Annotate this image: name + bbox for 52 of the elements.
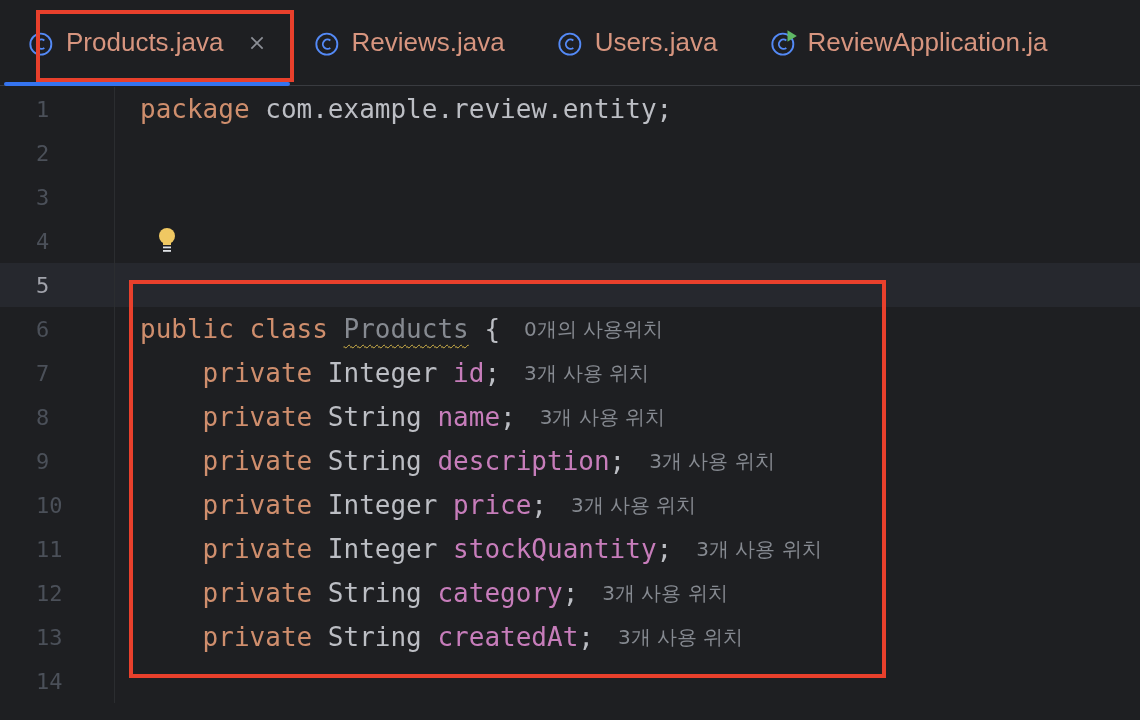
- keyword-text: private: [201, 358, 314, 388]
- line-number: 5: [36, 272, 50, 298]
- usage-hint[interactable]: 3개 사용 위치: [696, 535, 822, 563]
- code-text: Integer: [327, 534, 439, 564]
- code-text: ;: [578, 622, 594, 652]
- field-name: description: [437, 446, 610, 476]
- code-text: ;: [484, 358, 501, 388]
- usage-hint[interactable]: 3개 사용 위치: [649, 447, 775, 475]
- usage-hint[interactable]: 0개의 사용위치: [524, 315, 664, 343]
- code-text: String: [327, 446, 423, 476]
- code-text: String: [327, 402, 423, 432]
- keyword-text: private: [201, 534, 314, 564]
- usage-hint[interactable]: 3개 사용 위치: [617, 623, 744, 651]
- code-text: ;: [500, 402, 516, 432]
- field-name: category: [437, 578, 563, 608]
- usage-hint[interactable]: 3개 사용 위치: [539, 403, 666, 431]
- code-text: Integer: [327, 490, 439, 520]
- usage-hint[interactable]: 3개 사용 위치: [524, 359, 650, 387]
- code-text: String: [327, 622, 423, 652]
- tab-label: Products.java: [66, 27, 224, 58]
- code-text: {: [483, 314, 501, 344]
- tab-label: Reviews.java: [351, 27, 505, 58]
- class-run-icon: [769, 28, 798, 57]
- code-text: ;: [656, 534, 673, 564]
- keyword-text: package: [140, 94, 250, 124]
- lightbulb-icon[interactable]: [157, 227, 177, 255]
- class-name: Products: [343, 314, 469, 344]
- field-name: stockQuantity: [453, 534, 657, 564]
- code-text: ;: [562, 578, 579, 608]
- keyword-text: private: [201, 402, 314, 432]
- field-name: id: [453, 358, 485, 388]
- keyword-text: public class: [140, 314, 329, 344]
- file-tab[interactable]: ReviewApplication.ja: [745, 0, 1076, 85]
- file-tab[interactable]: Reviews.java: [289, 0, 533, 85]
- keyword-text: private: [201, 446, 314, 476]
- code-text: ;: [531, 490, 547, 520]
- tab-label: ReviewApplication.ja: [807, 27, 1048, 58]
- usage-hint[interactable]: 3개 사용 위치: [602, 579, 728, 607]
- field-name: price: [453, 490, 532, 520]
- code-text: Integer: [327, 358, 439, 388]
- code-text: ;: [609, 446, 626, 476]
- field-name: name: [437, 402, 501, 432]
- tab-label: Users.java: [594, 27, 718, 58]
- field-name: createdAt: [437, 622, 579, 652]
- keyword-text: private: [201, 622, 314, 652]
- file-tab[interactable]: Users.java: [532, 0, 746, 85]
- code-text: com.example.review.entity;: [264, 94, 673, 124]
- usage-hint[interactable]: 3개 사용 위치: [571, 491, 697, 519]
- keyword-text: private: [201, 490, 314, 520]
- keyword-text: private: [201, 578, 314, 608]
- file-tab[interactable]: Products.java: [4, 0, 290, 85]
- code-text: String: [327, 578, 423, 608]
